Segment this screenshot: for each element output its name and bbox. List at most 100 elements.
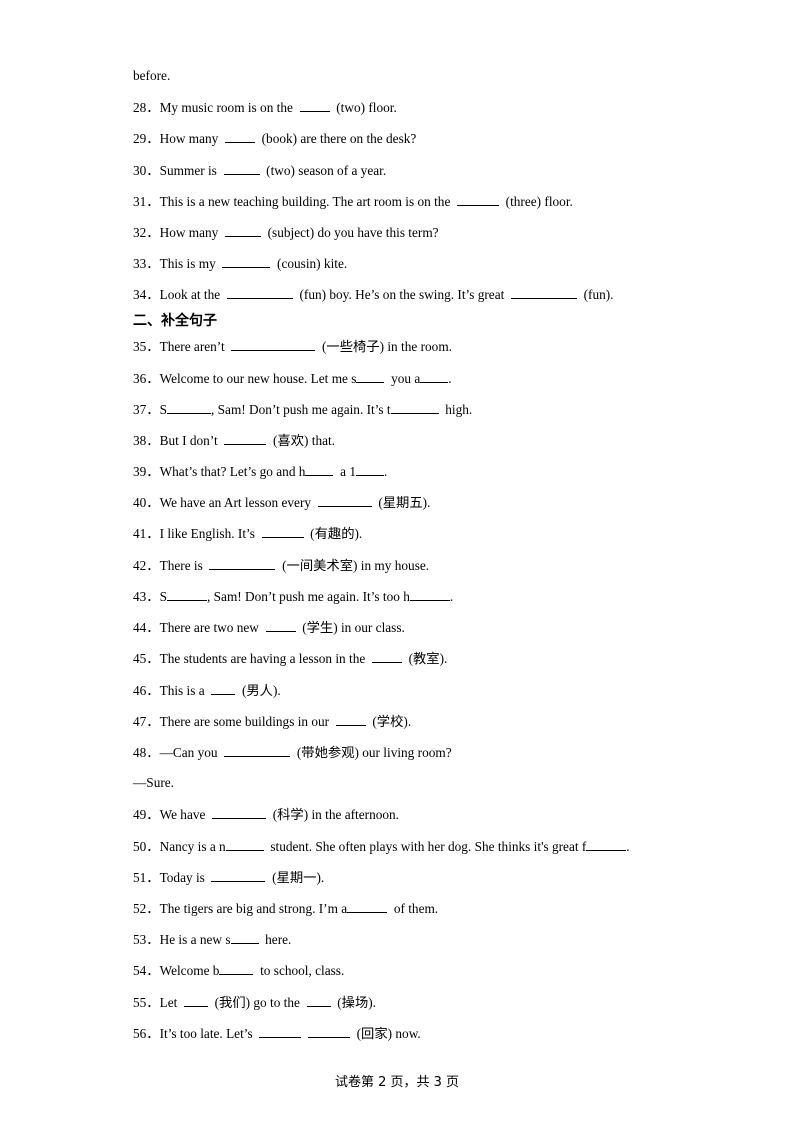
question-item: 47．There are some buildings in our (学校).: [133, 713, 411, 730]
answer-blank[interactable]: [420, 370, 449, 383]
answer-blank[interactable]: [226, 286, 293, 299]
answer-blank[interactable]: [211, 869, 266, 882]
question-text: (fun) boy. He’s on the swing. It’s great: [292, 287, 511, 302]
answer-blank[interactable]: [209, 557, 276, 570]
question-item: 44．There are two new (学生) in our class.: [133, 619, 405, 636]
question-text: The students are having a lesson in the: [159, 651, 372, 666]
question-text: Welcome b: [159, 963, 220, 978]
answer-blank[interactable]: [259, 1025, 302, 1038]
question-number: 55．: [133, 995, 160, 1010]
question-text: (three) floor.: [499, 194, 573, 209]
question-text: (科学) in the afternoon.: [266, 807, 399, 822]
question-item: 51．Today is (星期一).: [133, 869, 324, 886]
answer-blank[interactable]: [305, 463, 334, 476]
continuation-text: before.: [133, 68, 171, 83]
answer-blank[interactable]: [231, 338, 316, 351]
question-number: 29．: [133, 131, 160, 146]
question-text: student. She often plays with her dog. S…: [263, 839, 587, 854]
question-number: 53．: [133, 932, 160, 947]
question-number: 39．: [133, 464, 160, 479]
question-text: —Sure.: [133, 775, 174, 790]
question-item: 49．We have (科学) in the afternoon.: [133, 806, 399, 823]
question-text: Today is: [159, 870, 212, 885]
question-item: 40．We have an Art lesson every (星期五).: [133, 494, 430, 511]
question-number: 36．: [133, 371, 160, 386]
question-text: This is a: [159, 683, 212, 698]
question-number: 51．: [133, 870, 160, 885]
answer-blank[interactable]: [219, 962, 254, 975]
question-text: This is my: [159, 256, 223, 271]
question-item: 54．Welcome b to school, class.: [133, 962, 344, 979]
question-text: (星期一).: [265, 870, 325, 885]
question-number: 37．: [133, 402, 160, 417]
question-text: (two) floor.: [329, 100, 397, 115]
answer-blank[interactable]: [371, 650, 402, 663]
answer-blank[interactable]: [409, 588, 450, 601]
question-text: (book) are there on the desk?: [254, 131, 417, 146]
question-item: 48．—Can you (带她参观) our living room?: [133, 744, 452, 761]
answer-blank[interactable]: [356, 370, 385, 383]
question-text: My music room is on the: [159, 100, 300, 115]
question-text: I like English. It’s: [159, 526, 262, 541]
question-text: Look at the: [159, 287, 227, 302]
answer-blank[interactable]: [307, 1025, 350, 1038]
answer-blank[interactable]: [510, 286, 577, 299]
question-text: (星期五).: [371, 495, 431, 510]
question-text: (喜欢) that.: [266, 433, 336, 448]
answer-blank[interactable]: [223, 162, 260, 175]
question-text: (我们) go to the: [207, 995, 307, 1010]
question-item: 38．But I don’t (喜欢) that.: [133, 432, 335, 449]
question-item: 30．Summer is (two) season of a year.: [133, 162, 386, 179]
answer-blank[interactable]: [299, 99, 330, 112]
answer-blank[interactable]: [230, 931, 259, 944]
question-text: (学校).: [365, 714, 412, 729]
question-text: (教室).: [401, 651, 448, 666]
question-number: 33．: [133, 256, 160, 271]
question-number: 56．: [133, 1026, 160, 1041]
answer-blank[interactable]: [225, 838, 264, 851]
question-item: 34．Look at the (fun) boy. He’s on the sw…: [133, 286, 614, 303]
question-text: Let: [159, 995, 184, 1010]
answer-blank[interactable]: [211, 682, 236, 695]
question-text: There aren’t: [159, 339, 232, 354]
answer-blank[interactable]: [261, 525, 304, 538]
answer-blank[interactable]: [167, 401, 211, 414]
page-footer: 试卷第 2 页，共 3 页: [334, 1075, 460, 1090]
question-text: Summer is: [159, 163, 224, 178]
question-text: (操场).: [330, 995, 377, 1010]
question-text: We have an Art lesson every: [159, 495, 318, 510]
question-text: (回家) now.: [349, 1026, 421, 1041]
question-number: 34．: [133, 287, 160, 302]
answer-blank[interactable]: [183, 994, 208, 1007]
answer-blank[interactable]: [222, 255, 271, 268]
answer-blank[interactable]: [224, 130, 255, 143]
question-item: 42．There is (一间美术室) in my house.: [133, 557, 429, 574]
answer-blank[interactable]: [224, 744, 291, 757]
question-text: (学生) in our class.: [295, 620, 405, 635]
answer-blank[interactable]: [167, 588, 207, 601]
answer-blank[interactable]: [265, 619, 296, 632]
answer-blank[interactable]: [335, 713, 366, 726]
answer-blank[interactable]: [355, 463, 384, 476]
question-number: 40．: [133, 495, 160, 510]
question-text: (cousin) kite.: [270, 256, 348, 271]
question-item: 39．What’s that? Let’s go and h a 1.: [133, 463, 387, 480]
question-item: 37．S , Sam! Don’t push me again. It’s t h…: [133, 401, 472, 418]
question-item: 29．How many (book) are there on the desk…: [133, 130, 416, 147]
answer-blank[interactable]: [347, 900, 388, 913]
question-number: 41．: [133, 526, 160, 541]
answer-blank[interactable]: [306, 994, 331, 1007]
answer-blank[interactable]: [317, 494, 372, 507]
answer-blank[interactable]: [586, 838, 627, 851]
question-item: 55．Let (我们) go to the (操场).: [133, 994, 376, 1011]
question-number: 45．: [133, 651, 160, 666]
answer-blank[interactable]: [390, 401, 439, 414]
question-text: How many: [159, 225, 225, 240]
question-number: 52．: [133, 901, 160, 916]
answer-blank[interactable]: [224, 432, 267, 445]
question-item: —Sure.: [133, 775, 174, 791]
answer-blank[interactable]: [457, 193, 499, 206]
question-text: high.: [438, 402, 473, 417]
answer-blank[interactable]: [224, 224, 261, 237]
answer-blank[interactable]: [212, 806, 267, 819]
